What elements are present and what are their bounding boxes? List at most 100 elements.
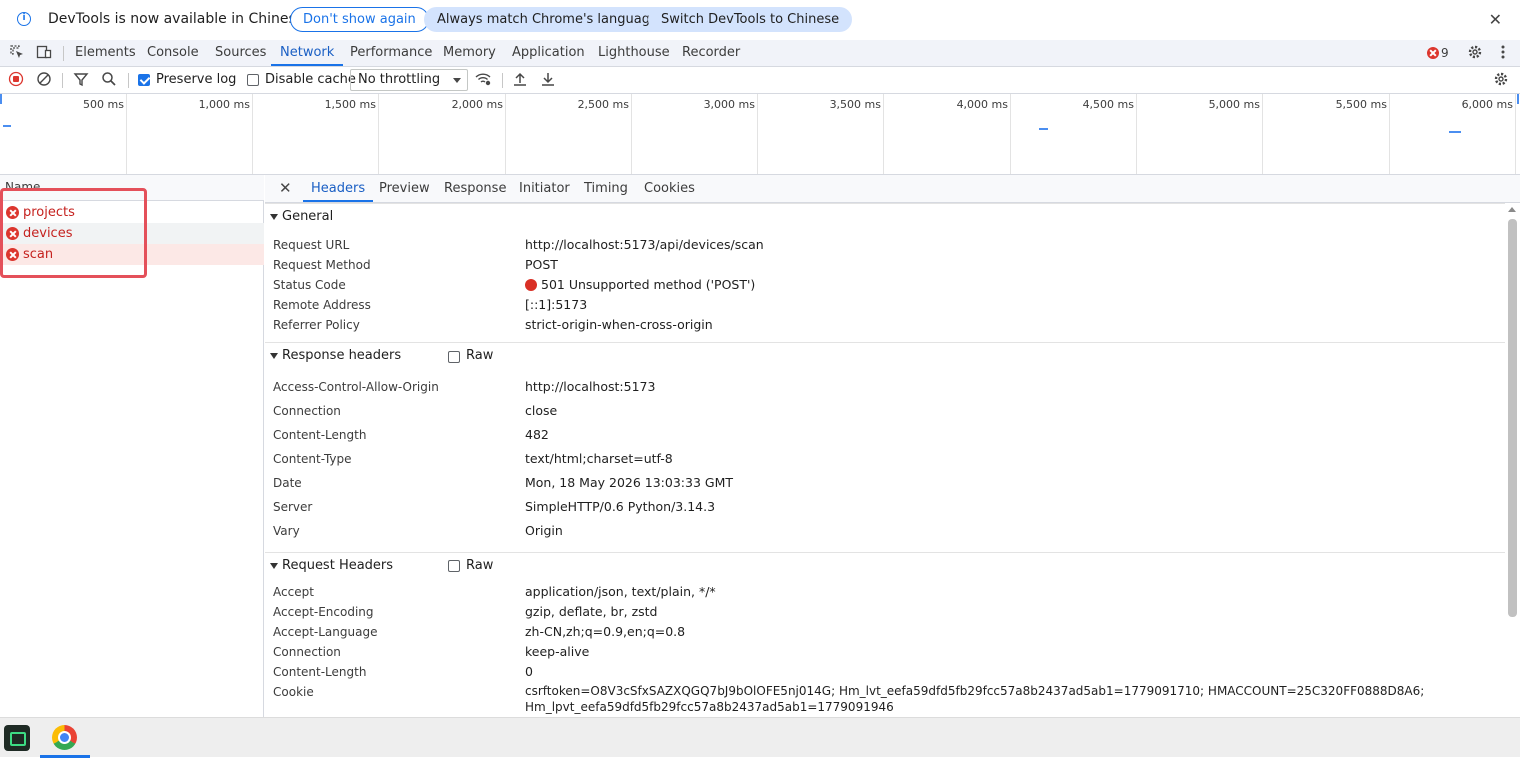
header-key: Content-Length	[273, 428, 367, 442]
section-title: Request Headers	[282, 558, 394, 573]
raw-label: Raw	[466, 348, 494, 363]
status-error-dot-icon	[525, 279, 537, 291]
preserve-log-checkbox[interactable]	[138, 74, 150, 86]
network-conditions-icon[interactable]	[474, 71, 492, 89]
request-bar-devices	[1039, 128, 1048, 130]
header-key: Remote Address	[273, 298, 371, 312]
always-match-language-button[interactable]: Always match Chrome's language	[424, 7, 671, 32]
timeline-gridline	[1515, 94, 1516, 174]
dont-show-again-button[interactable]: Don't show again	[290, 7, 429, 32]
tab-timing[interactable]: Timing	[584, 175, 628, 202]
header-key: Accept-Language	[273, 625, 378, 639]
raw-request-checkbox[interactable]	[448, 560, 460, 572]
header-key: Request Method	[273, 258, 371, 272]
timeline-gridline	[1136, 94, 1137, 174]
tab-initiator[interactable]: Initiator	[519, 175, 570, 202]
header-value: [::1]:5173	[525, 297, 588, 312]
annotation-highlight-box	[0, 188, 147, 278]
timeline-tick-label: 5,000 ms	[1208, 98, 1260, 111]
divider	[502, 73, 503, 88]
header-value: gzip, deflate, br, zstd	[525, 604, 658, 619]
timeline-tick-label: 500 ms	[83, 98, 124, 111]
clear-icon[interactable]	[35, 71, 53, 89]
header-value: Origin	[525, 523, 563, 538]
import-har-icon[interactable]	[511, 71, 529, 89]
chrome-app-icon[interactable]	[52, 725, 77, 750]
disable-cache-label: Disable cache	[265, 72, 356, 87]
tab-elements[interactable]: Elements	[75, 40, 136, 66]
header-value: http://localhost:5173/api/devices/scan	[525, 237, 764, 252]
header-key: Content-Length	[273, 665, 367, 679]
info-icon: i	[17, 12, 31, 26]
throttling-select[interactable]: No throttling	[350, 69, 468, 91]
tab-recorder[interactable]: Recorder	[682, 40, 740, 66]
header-key: Vary	[273, 524, 300, 538]
tab-headers[interactable]: Headers	[303, 175, 374, 202]
export-har-icon[interactable]	[539, 71, 557, 89]
terminal-app-icon[interactable]	[4, 725, 30, 751]
header-value: close	[525, 403, 558, 418]
header-key: Referrer Policy	[273, 318, 360, 332]
header-value: SimpleHTTP/0.6 Python/3.14.3	[525, 499, 716, 514]
raw-label: Raw	[466, 558, 494, 573]
header-key: Date	[273, 476, 302, 490]
tab-sources[interactable]: Sources	[215, 40, 266, 66]
error-icon[interactable]	[1427, 47, 1439, 59]
inspect-element-icon[interactable]	[8, 44, 26, 62]
divider	[63, 46, 64, 61]
overview-handle-right[interactable]	[1517, 94, 1519, 104]
tab-response[interactable]: Response	[444, 175, 506, 202]
timeline-tick-label: 2,500 ms	[577, 98, 629, 111]
collapse-triangle-icon	[270, 563, 278, 569]
overview-handle-left[interactable]	[0, 94, 2, 104]
tab-preview[interactable]: Preview	[379, 175, 430, 202]
tab-console[interactable]: Console	[147, 40, 199, 66]
tab-memory[interactable]: Memory	[443, 40, 496, 66]
close-infobar-icon[interactable]: ✕	[1489, 10, 1502, 29]
scroll-up-arrow-icon[interactable]	[1508, 207, 1516, 212]
disable-cache-checkbox[interactable]	[247, 74, 259, 86]
network-settings-gear-icon[interactable]	[1492, 71, 1510, 89]
timeline-gridline	[378, 94, 379, 174]
details-scrollbar[interactable]	[1508, 219, 1517, 617]
header-value: zh-CN,zh;q=0.9,en;q=0.8	[525, 624, 686, 639]
device-toolbar-icon[interactable]	[35, 44, 53, 62]
tab-performance[interactable]: Performance	[350, 40, 432, 66]
section-title: General	[282, 209, 334, 224]
tab-cookies[interactable]: Cookies	[644, 175, 695, 202]
header-value: Mon, 18 May 2026 13:03:33 GMT	[525, 475, 734, 490]
details-tabbar: ✕ Headers Preview Response Initiator Tim…	[265, 175, 1520, 203]
tab-lighthouse[interactable]: Lighthouse	[598, 40, 670, 66]
timeline-gridline	[631, 94, 632, 174]
switch-to-chinese-button[interactable]: Switch DevTools to Chinese	[648, 7, 853, 32]
preserve-log-label: Preserve log	[156, 72, 237, 87]
close-details-icon[interactable]: ✕	[279, 175, 292, 202]
general-section-header[interactable]: General	[265, 203, 1505, 229]
timeline-overview[interactable]: 500 ms 1,000 ms 1,500 ms 2,000 ms 2,500 …	[0, 94, 1520, 175]
chevron-down-icon	[453, 78, 461, 83]
raw-response-checkbox[interactable]	[448, 351, 460, 363]
throttling-value: No throttling	[358, 72, 441, 87]
network-toolbar: Preserve log Disable cache No throttling	[0, 67, 1520, 94]
timeline-gridline	[1262, 94, 1263, 174]
timeline-tick-label: 3,500 ms	[829, 98, 881, 111]
timeline-tick-label: 2,000 ms	[451, 98, 503, 111]
tab-application[interactable]: Application	[512, 40, 585, 66]
header-key: Status Code	[273, 278, 346, 292]
settings-gear-icon[interactable]	[1466, 44, 1484, 62]
stop-recording-icon[interactable]	[7, 71, 25, 89]
header-value: 482	[525, 427, 549, 442]
header-value: 0	[525, 664, 533, 679]
header-key: Request URL	[273, 238, 350, 252]
timeline-gridline	[126, 94, 127, 174]
request-bar-projects	[3, 125, 11, 127]
more-options-icon[interactable]	[1494, 44, 1512, 62]
timeline-tick-label: 1,000 ms	[198, 98, 250, 111]
header-value: keep-alive	[525, 644, 590, 659]
tab-network[interactable]: Network	[271, 40, 344, 66]
timeline-gridline	[883, 94, 884, 174]
filter-icon[interactable]	[72, 71, 90, 89]
error-count[interactable]: 9	[1441, 40, 1449, 66]
timeline-tick-label: 4,000 ms	[956, 98, 1008, 111]
search-icon[interactable]	[100, 71, 118, 89]
